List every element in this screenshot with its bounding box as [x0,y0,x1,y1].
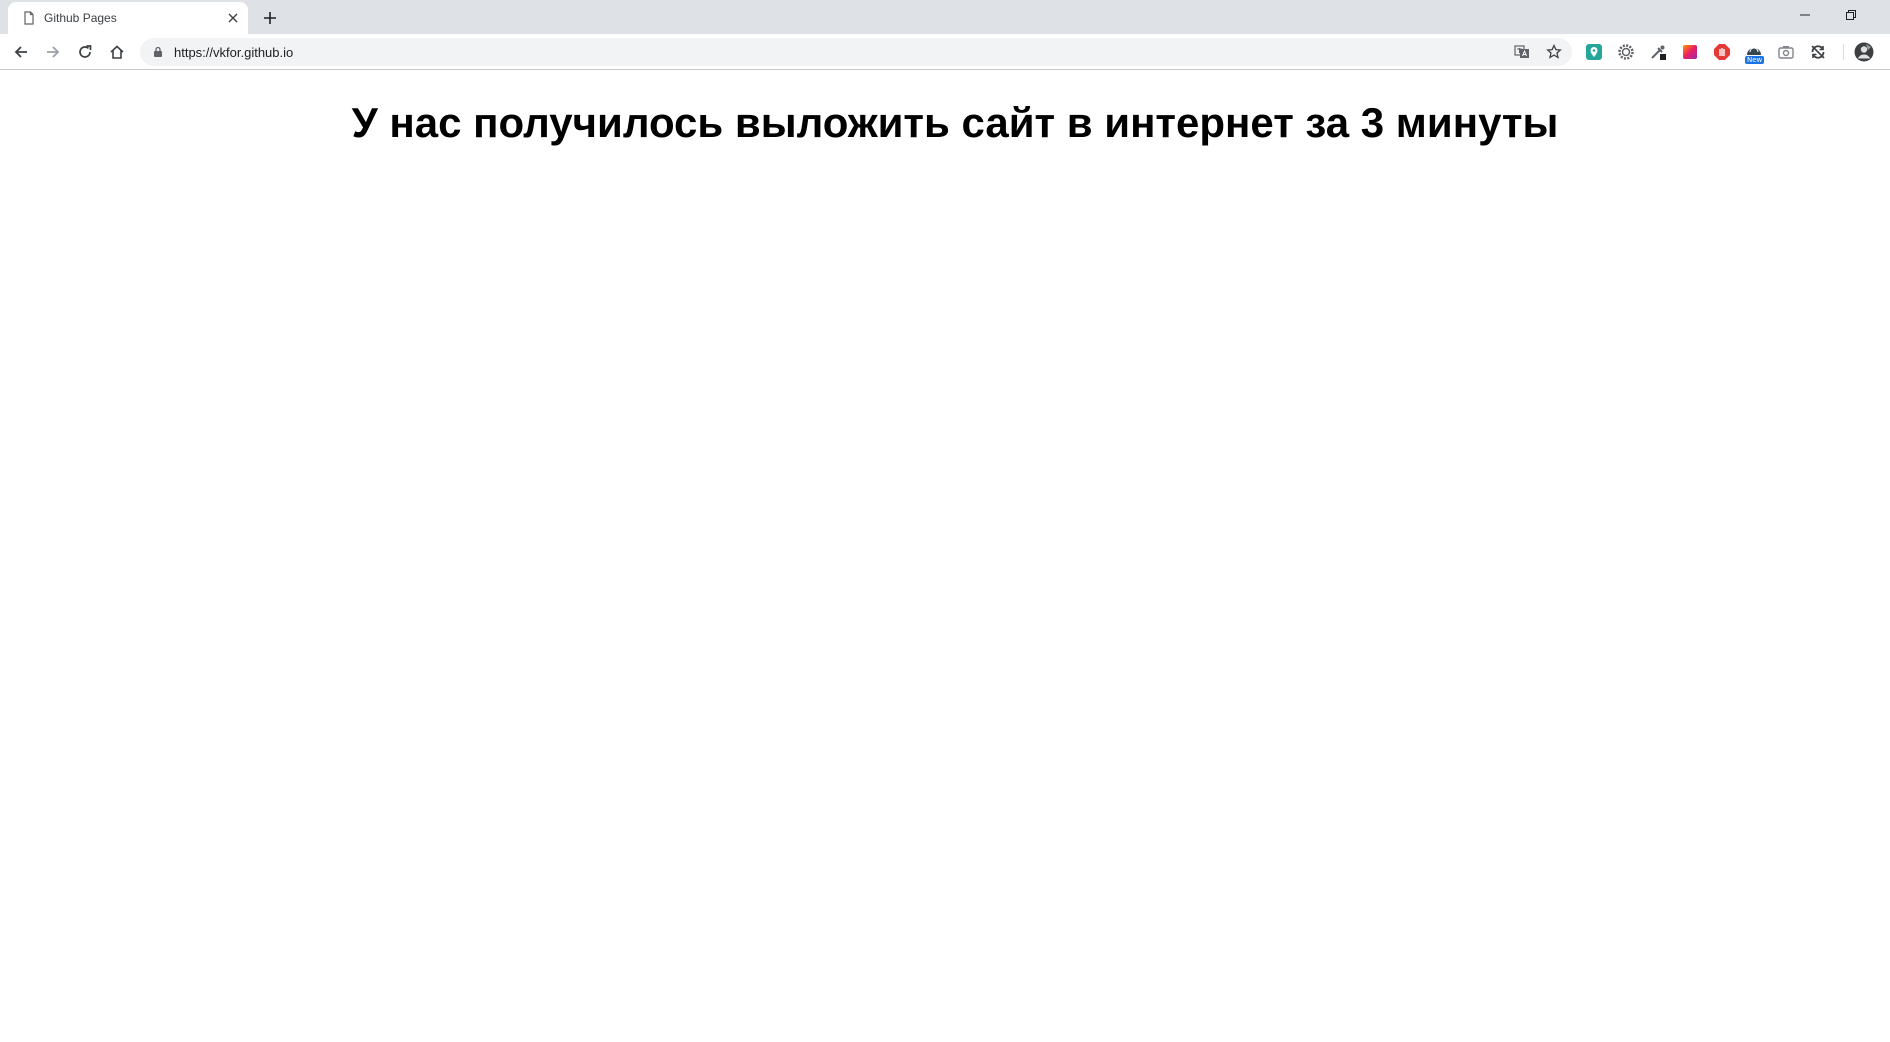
minimize-icon[interactable] [1782,0,1828,30]
tab-strip: Github Pages [0,0,1890,34]
bookmark-star-icon[interactable] [1544,42,1564,62]
tab-title: Github Pages [44,11,117,25]
lock-icon[interactable] [152,46,164,58]
map-pin-extension-icon[interactable] [1583,41,1605,63]
reload-icon[interactable] [73,40,97,64]
new-tab-plus-icon[interactable] [259,7,281,29]
new-badge: New [1745,56,1765,64]
browser-window: Github Pages https://vkfor.github.io New… [0,0,1890,1042]
gear-extension-icon[interactable] [1615,41,1637,63]
sync-extension-icon[interactable] [1807,41,1829,63]
camera-extension-icon[interactable] [1775,41,1797,63]
avatar-icon[interactable] [1853,41,1875,63]
restore-icon[interactable] [1828,0,1874,30]
url-text[interactable]: https://vkfor.github.io [174,45,293,60]
page-icon [22,11,36,25]
page-heading: У нас получилось выложить сайт в интерне… [351,99,1559,146]
home-icon[interactable] [105,40,129,64]
eyedropper-extension-icon[interactable] [1647,41,1669,63]
back-arrow-icon[interactable] [9,40,33,64]
dome-extension-icon[interactable]: New [1743,41,1765,64]
gradient-extension-icon[interactable] [1679,41,1701,63]
browser-toolbar: https://vkfor.github.io New [0,34,1890,70]
forward-arrow-icon[interactable] [41,40,65,64]
tab-github-pages[interactable]: Github Pages [8,2,248,34]
close-icon[interactable] [225,10,241,26]
page-viewport: У нас получилось выложить сайт в интерне… [0,71,1890,1042]
translate-icon[interactable] [1512,42,1532,62]
address-bar[interactable]: https://vkfor.github.io [140,38,1572,66]
stop-hand-extension-icon[interactable] [1711,41,1733,63]
toolbar-separator [1843,44,1844,60]
